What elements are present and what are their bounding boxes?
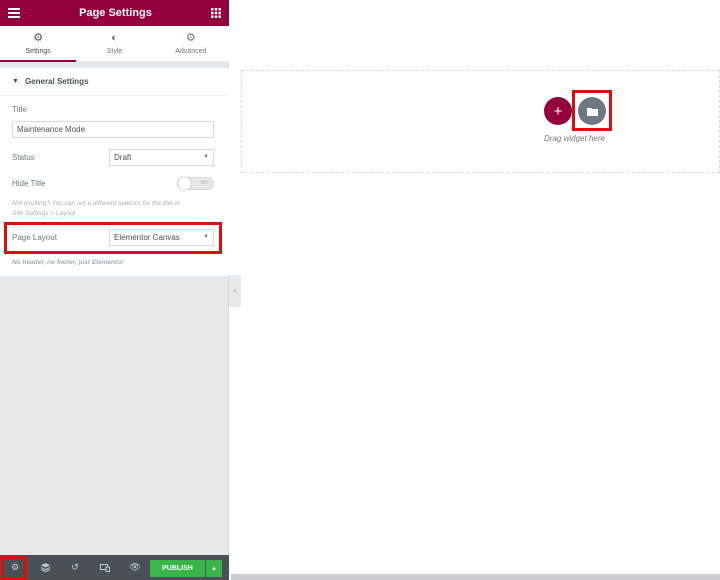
caret-up-icon: ▲	[211, 565, 217, 572]
section-title: General Settings	[24, 77, 89, 86]
highlight-template-button	[572, 90, 612, 131]
gear-icon: ⚙	[185, 32, 196, 44]
responsive-footer-button[interactable]	[90, 555, 120, 580]
hide-title-help-line1: Not working? You can set a different sel…	[12, 200, 180, 207]
highlight-settings-button	[1, 556, 27, 580]
panel-header: Page Settings	[0, 0, 229, 26]
horizontal-scrollbar[interactable]	[231, 574, 720, 580]
half-circle-icon: ◐	[111, 32, 118, 44]
panel-tabs: ⚙ Settings ◐ Style ⚙ Advanced	[0, 26, 229, 62]
plus-icon: +	[553, 102, 563, 120]
chevron-left-icon: ‹	[233, 287, 237, 295]
status-select[interactable]: Draft ▼	[109, 149, 214, 166]
drag-widget-text: Drag widget here	[544, 134, 605, 143]
tab-style[interactable]: ◐ Style	[76, 26, 152, 61]
hamburger-icon[interactable]	[8, 8, 20, 18]
section-header[interactable]: ▼ General Settings	[0, 68, 229, 96]
eye-icon: 👁	[129, 562, 141, 572]
title-input[interactable]: Maintenance Mode	[12, 121, 214, 138]
status-value: Draft	[114, 153, 132, 162]
page-layout-help: No header, no footer, just Elementor	[12, 259, 124, 266]
widget-drop-zone[interactable]	[241, 70, 720, 173]
highlight-page-layout	[4, 222, 222, 254]
publish-button[interactable]: PUBLISH	[150, 560, 205, 577]
preview-footer-button[interactable]: 👁	[120, 555, 150, 580]
publish-options-button[interactable]: ▲	[206, 560, 222, 577]
title-label: Title	[12, 105, 27, 114]
tab-style-label: Style	[106, 48, 123, 55]
hide-title-label: Hide Title	[12, 179, 46, 188]
hide-title-toggle[interactable]: NO	[177, 177, 214, 190]
caret-down-icon: ▼	[12, 78, 19, 85]
hide-title-help-line2: Site Settings > Layout	[12, 210, 76, 217]
collapse-panel-button[interactable]: ‹	[229, 275, 241, 307]
grid-icon[interactable]	[211, 8, 221, 18]
tab-advanced-label: Advanced	[175, 48, 207, 55]
status-label: Status	[12, 153, 35, 162]
navigator-footer-button[interactable]	[30, 555, 60, 580]
history-icon: ↺	[71, 562, 79, 572]
panel-title: Page Settings	[79, 7, 152, 19]
toggle-knob	[178, 177, 191, 190]
tab-settings[interactable]: ⚙ Settings	[0, 26, 77, 62]
layers-icon	[40, 563, 50, 572]
tab-settings-label: Settings	[25, 48, 51, 55]
chevron-down-icon: ▼	[203, 154, 209, 160]
history-footer-button[interactable]: ↺	[60, 555, 90, 580]
toggle-text: NO	[200, 180, 209, 186]
gear-icon: ⚙	[33, 32, 44, 44]
add-section-button[interactable]: +	[544, 97, 572, 125]
tab-advanced[interactable]: ⚙ Advanced	[153, 26, 229, 61]
responsive-icon	[100, 563, 110, 572]
